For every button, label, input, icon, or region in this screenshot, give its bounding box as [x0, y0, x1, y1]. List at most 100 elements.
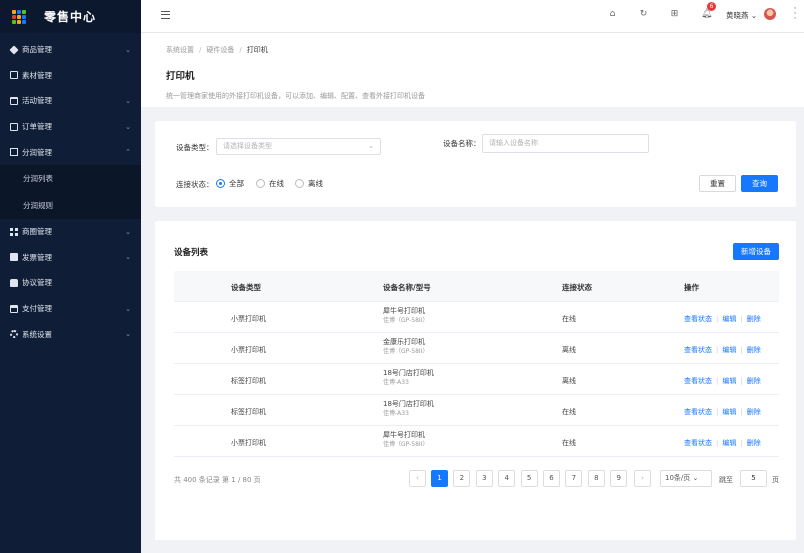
- table-row: 小票打印机 犀牛号打印机 佳博（GP-58II） 在线 查看状态 | 编辑 | 删除: [174, 426, 779, 457]
- device-type-cell: 小票打印机: [231, 315, 266, 323]
- reset-button[interactable]: 重置: [699, 175, 736, 192]
- radio-unchecked-icon: [295, 179, 304, 188]
- table-row: 小票打印机 犀牛号打印机 佳博（GP-58II） 在线 查看状态 | 编辑 | 删除: [174, 302, 779, 333]
- bell-icon[interactable]: 🔔︎: [701, 10, 712, 19]
- device-type-label: 设备类型：: [176, 143, 214, 152]
- sidebar-item[interactable]: 支付管理 ⌄: [0, 296, 141, 322]
- device-type-cell: 小票打印机: [231, 439, 266, 447]
- breadcrumb-item[interactable]: 硬件设备: [206, 46, 234, 54]
- chevron-icon: ⌃: [125, 148, 131, 157]
- calendar-icon: [10, 96, 18, 105]
- status-radio-offline[interactable]: 离线: [295, 178, 323, 189]
- sidebar-item[interactable]: 商品管理 ⌄: [0, 37, 141, 63]
- device-name: 金康乐打印机: [383, 338, 425, 346]
- tag-icon: [9, 45, 19, 55]
- prev-page-button[interactable]: ‹: [409, 470, 426, 487]
- device-model: 佳博（GP-58II）: [383, 317, 429, 324]
- view-status-link[interactable]: 查看状态: [684, 346, 712, 354]
- lock-icon: [10, 278, 18, 287]
- sidebar-item[interactable]: 系统设置 ⌄: [0, 321, 141, 347]
- app-title: 零售中心: [44, 10, 97, 24]
- app-logo-icon: [12, 9, 26, 24]
- sidebar-menu: 商品管理 ⌄ 素材管理 活动管理 ⌄ 订单管理 ⌄ 分润管理 ⌃ 分润列表 分润规则 商圈管理 ⌄ 发票管…: [0, 33, 141, 347]
- delete-link[interactable]: 删除: [747, 439, 761, 447]
- radio-label: 离线: [308, 179, 323, 188]
- page-button[interactable]: 6: [543, 470, 560, 487]
- edit-link[interactable]: 编辑: [722, 439, 736, 447]
- device-name-cell: 犀牛号打印机 佳博（GP-58II）: [383, 307, 428, 325]
- page-button[interactable]: 1: [431, 470, 448, 487]
- sidebar-item[interactable]: 素材管理: [0, 63, 141, 89]
- sidebar-item-label: 分润管理: [22, 147, 52, 157]
- sidebar-item[interactable]: 分润管理 ⌃: [0, 139, 141, 165]
- edit-link[interactable]: 编辑: [722, 377, 736, 385]
- sidebar-item[interactable]: 订单管理 ⌄: [0, 114, 141, 140]
- filter-panel: [155, 121, 796, 207]
- edit-link[interactable]: 编辑: [722, 346, 736, 354]
- page-description: 统一管理商家使用的外接打印机设备，可以添加、编辑、配置、查看外接打印机设备: [166, 92, 425, 100]
- sidebar-item-label: 发票管理: [22, 252, 52, 262]
- sidebar: 零售中心 商品管理 ⌄ 素材管理 活动管理 ⌄ 订单管理 ⌄ 分润管理 ⌃ 分润列表 分润规则 商圈管…: [0, 0, 141, 553]
- next-page-button[interactable]: ›: [634, 470, 651, 487]
- sidebar-item[interactable]: 商圈管理 ⌄: [0, 219, 141, 245]
- sidebar-subitem[interactable]: 分润列表: [0, 164, 141, 192]
- chevron-icon: ⌄: [125, 330, 131, 339]
- page-button[interactable]: 4: [498, 470, 516, 487]
- column-header: 操作: [684, 283, 699, 292]
- delete-link[interactable]: 删除: [747, 377, 761, 385]
- page-button[interactable]: 3: [475, 470, 493, 487]
- page-button[interactable]: 7: [565, 470, 583, 487]
- logo-cell: [17, 19, 21, 24]
- page-button[interactable]: 2: [453, 470, 471, 487]
- status-radio-online[interactable]: 在线: [256, 178, 284, 189]
- menu-toggle-icon[interactable]: [161, 11, 170, 19]
- view-status-link[interactable]: 查看状态: [684, 377, 712, 385]
- delete-link[interactable]: 删除: [747, 315, 761, 323]
- brand: 零售中心: [0, 0, 141, 33]
- edit-link[interactable]: 编辑: [722, 315, 736, 323]
- sidebar-subitem[interactable]: 分润规则: [0, 191, 141, 219]
- view-status-link[interactable]: 查看状态: [684, 439, 712, 447]
- user-name-dropdown[interactable]: 黄晓燕 ⌄: [726, 10, 757, 21]
- page-button[interactable]: 9: [610, 470, 628, 487]
- breadcrumb-item[interactable]: 系统设置: [166, 46, 194, 54]
- page-button[interactable]: 5: [520, 470, 538, 487]
- device-name-input[interactable]: 请输入设备名称: [482, 134, 649, 153]
- status-cell: 离线: [562, 377, 576, 385]
- column-header: 连接状态: [562, 283, 592, 292]
- invoice-icon: [10, 253, 18, 262]
- page-header: 系统设置 / 硬件设备 / 打印机 打印机 统一管理商家使用的外接打印机设备，可以添加、…: [141, 33, 804, 107]
- chevron-down-icon: ⌄: [368, 142, 374, 150]
- sidebar-item[interactable]: 发票管理 ⌄: [0, 245, 141, 271]
- logo-cell: [12, 9, 16, 14]
- apps-icon[interactable]: ⊞: [670, 10, 679, 19]
- avatar[interactable]: [764, 8, 776, 20]
- sidebar-item[interactable]: 活动管理 ⌄: [0, 88, 141, 114]
- grid-icon: [10, 227, 18, 236]
- sidebar-item[interactable]: 协议管理: [0, 270, 141, 296]
- actions-cell: 查看状态 | 编辑 | 删除: [684, 377, 761, 385]
- chevron-icon: ⌄: [125, 45, 131, 54]
- refresh-icon[interactable]: ↻: [639, 10, 648, 19]
- view-status-link[interactable]: 查看状态: [684, 408, 712, 416]
- device-name-cell: 18号门店打印机 佳博-A33: [383, 400, 434, 418]
- chevron-icon: ⌄: [125, 304, 131, 313]
- home-icon[interactable]: ⌂: [608, 10, 617, 19]
- edit-link[interactable]: 编辑: [722, 408, 736, 416]
- gear-icon: [10, 330, 18, 339]
- status-cell: 在线: [562, 439, 576, 447]
- page-size-select[interactable]: 10条/页 ⌄: [660, 470, 712, 487]
- chevron-icon: ⌄: [125, 227, 131, 236]
- device-type-select[interactable]: 请选择设备类型 ⌄: [216, 138, 381, 155]
- add-device-button[interactable]: 新增设备: [733, 243, 779, 260]
- status-radio-all[interactable]: 全部: [216, 178, 244, 189]
- jump-page-input[interactable]: 5: [740, 470, 767, 487]
- radio-unchecked-icon: [256, 179, 265, 188]
- delete-link[interactable]: 删除: [747, 346, 761, 354]
- page-button[interactable]: 8: [587, 470, 605, 487]
- delete-link[interactable]: 删除: [747, 408, 761, 416]
- search-button[interactable]: 查询: [741, 175, 778, 192]
- logo-cell: [17, 14, 21, 19]
- more-vertical-icon[interactable]: · · ·: [793, 5, 797, 24]
- view-status-link[interactable]: 查看状态: [684, 315, 712, 323]
